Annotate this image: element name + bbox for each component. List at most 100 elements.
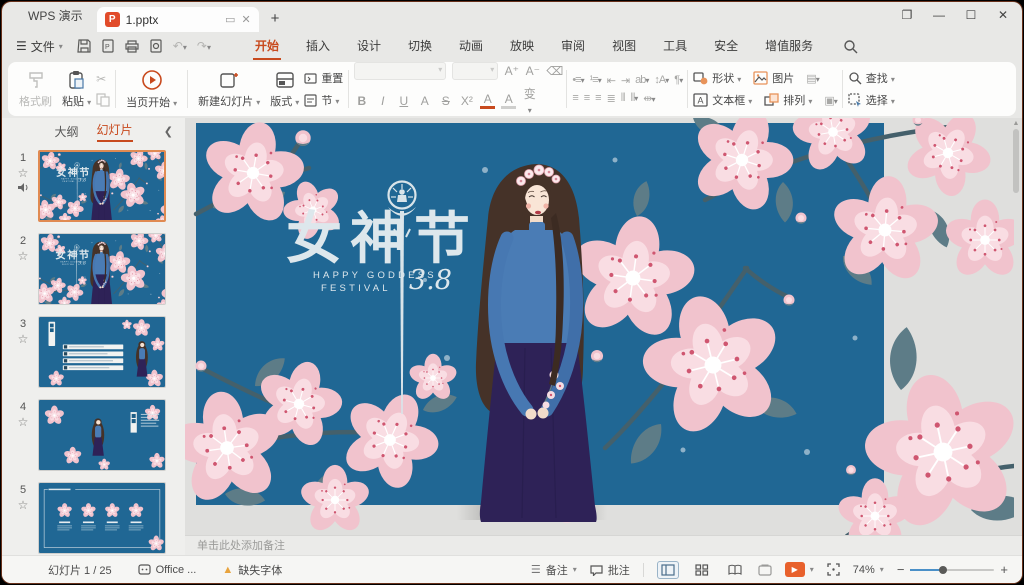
phonetic-button[interactable]: 变▾ bbox=[522, 85, 537, 116]
star-icon[interactable]: ☆ bbox=[18, 498, 29, 512]
star-icon[interactable]: ☆ bbox=[18, 415, 29, 429]
menu-tab-services[interactable]: 增值服务 bbox=[763, 33, 815, 60]
font-size-select[interactable] bbox=[452, 62, 498, 80]
paragraph-icon[interactable]: ¶▾ bbox=[674, 74, 682, 86]
justify-icon[interactable]: ≣ bbox=[607, 92, 615, 105]
slide-thumb-1[interactable]: 1 ☆ bbox=[8, 150, 185, 222]
window-minimize-button[interactable]: — bbox=[930, 8, 948, 22]
slideshow-play-button[interactable]: ▶ bbox=[785, 562, 805, 577]
menu-tab-tools[interactable]: 工具 bbox=[661, 33, 689, 60]
tab-slides[interactable]: 幻灯片 bbox=[97, 121, 133, 142]
tab-close-icon[interactable]: ✕ bbox=[241, 13, 250, 26]
format-painter-button[interactable]: 格式刷 bbox=[14, 68, 57, 111]
bold-button[interactable]: B bbox=[354, 94, 369, 108]
app-name-label[interactable]: WPS 演示 bbox=[20, 4, 91, 27]
align-right-icon[interactable]: ≡ bbox=[595, 92, 600, 104]
indent-increase-icon[interactable]: ⇥ bbox=[621, 74, 629, 87]
underline-button[interactable]: U bbox=[396, 94, 411, 108]
zoom-level-button[interactable]: 74%▾ bbox=[853, 564, 884, 576]
zoom-slider-knob[interactable] bbox=[939, 566, 947, 574]
align-left-icon[interactable]: ≡ bbox=[572, 92, 577, 104]
zoom-in-button[interactable]: + bbox=[1000, 562, 1008, 577]
italic-button[interactable]: I bbox=[375, 94, 390, 108]
align-center-icon[interactable]: ≡ bbox=[584, 92, 589, 104]
layout-button[interactable]: 版式 ▾ bbox=[265, 68, 304, 111]
menu-tab-slideshow[interactable]: 放映 bbox=[508, 33, 536, 60]
current-slide[interactable] bbox=[185, 118, 1014, 538]
file-menu-button[interactable]: ☰ 文件 ▾ bbox=[16, 38, 63, 55]
numbering-icon[interactable]: ¹≡▾ bbox=[590, 74, 601, 86]
reading-view-button[interactable] bbox=[725, 562, 745, 578]
slide-thumb-2[interactable]: 2 ☆ bbox=[8, 233, 185, 305]
copy-icon[interactable] bbox=[96, 93, 110, 107]
menu-tab-view[interactable]: 视图 bbox=[610, 33, 638, 60]
document-tab[interactable]: P 1.pptx ▭ ✕ bbox=[97, 7, 259, 32]
zoom-slider[interactable] bbox=[910, 569, 994, 571]
window-close-button[interactable]: ✕ bbox=[994, 8, 1012, 22]
play-from-current-button[interactable]: 当页开始 ▾ bbox=[121, 67, 182, 112]
redo-icon[interactable]: ↷▾ bbox=[197, 39, 211, 53]
line-height-icon[interactable]: ↕A▾ bbox=[654, 74, 668, 86]
picture-button[interactable]: 图片 bbox=[753, 70, 794, 86]
section-button[interactable]: 节 ▾ bbox=[304, 92, 343, 108]
paste-button[interactable]: 粘贴 ▾ bbox=[57, 68, 96, 111]
new-slide-button[interactable]: 新建幻灯片 ▾ bbox=[193, 68, 265, 111]
vertical-scrollbar[interactable]: ▲ bbox=[1012, 120, 1020, 541]
indent-decrease-icon[interactable]: ⇤ bbox=[607, 74, 615, 87]
superscript-button[interactable]: X² bbox=[459, 94, 474, 108]
reset-button[interactable]: 重置 bbox=[304, 70, 343, 86]
window-maximize-button[interactable]: ☐ bbox=[962, 8, 980, 22]
increase-font-icon[interactable]: A⁺ bbox=[504, 64, 519, 78]
tab-outline[interactable]: 大纲 bbox=[54, 123, 78, 140]
editing-canvas[interactable]: ◀ ▲ bbox=[185, 118, 1022, 555]
tab-float-icon[interactable]: ▭ bbox=[225, 13, 235, 26]
decrease-font-icon[interactable]: A⁻ bbox=[525, 64, 540, 78]
window-layout-icon[interactable]: ❐ bbox=[898, 8, 916, 22]
font-family-select[interactable] bbox=[354, 62, 446, 80]
arrange-button[interactable]: 排列 ▾ bbox=[764, 92, 812, 108]
comments-button[interactable]: 批注 bbox=[590, 562, 630, 578]
strikethrough-button[interactable]: S bbox=[438, 94, 453, 108]
find-button[interactable]: 查找 ▾ bbox=[848, 70, 895, 86]
save-icon[interactable] bbox=[77, 39, 91, 53]
fit-window-icon[interactable] bbox=[827, 563, 840, 576]
slide-thumb-4[interactable]: 4 ☆ bbox=[8, 399, 185, 471]
merge-shapes-icon[interactable]: ▣▾ bbox=[824, 94, 836, 107]
missing-font-warning[interactable]: ▲ 缺失字体 bbox=[222, 562, 282, 578]
cut-icon[interactable]: ✂ bbox=[96, 72, 110, 86]
textbox-button[interactable]: A 文本框 ▾ bbox=[693, 92, 752, 108]
font-color-button[interactable]: A bbox=[480, 92, 495, 109]
menu-tab-home[interactable]: 开始 bbox=[253, 33, 281, 60]
print-preview-icon[interactable] bbox=[149, 39, 163, 53]
text-spacing-icon[interactable]: ⇹▾ bbox=[643, 92, 654, 105]
menu-tab-design[interactable]: 设计 bbox=[355, 33, 383, 60]
menu-tab-review[interactable]: 审阅 bbox=[559, 33, 587, 60]
highlight-button[interactable]: A bbox=[501, 92, 516, 109]
star-icon[interactable]: ☆ bbox=[18, 166, 29, 180]
scroll-up-icon[interactable]: ▲ bbox=[1012, 120, 1020, 127]
distribute-icon[interactable]: ⦀ bbox=[621, 92, 625, 105]
menu-tab-transition[interactable]: 切换 bbox=[406, 33, 434, 60]
slide-thumb-3[interactable]: 3 ☆ bbox=[8, 316, 185, 388]
star-icon[interactable]: ☆ bbox=[18, 249, 29, 263]
slide-thumb-5[interactable]: 5 ☆ bbox=[8, 482, 185, 554]
clear-format-icon[interactable]: ⌫ bbox=[546, 64, 561, 78]
select-button[interactable]: 选择 ▾ bbox=[848, 92, 895, 108]
undo-icon[interactable]: ↶▾ bbox=[173, 39, 187, 53]
columns-icon[interactable]: ⫴▾ bbox=[631, 92, 638, 105]
insert-chart-icon[interactable]: ▤▾ bbox=[806, 72, 818, 85]
office-compat-button[interactable]: Office ... bbox=[138, 563, 197, 576]
text-direction-icon[interactable]: ab▾ bbox=[635, 74, 648, 86]
new-tab-button[interactable]: + bbox=[271, 10, 280, 27]
menu-tab-security[interactable]: 安全 bbox=[712, 33, 740, 60]
notes-placeholder[interactable]: 单击此处添加备注 bbox=[185, 535, 1022, 555]
notes-toggle-button[interactable]: ☰ 备注▾ bbox=[531, 562, 577, 578]
normal-view-button[interactable] bbox=[657, 561, 679, 579]
bullets-icon[interactable]: •≡▾ bbox=[572, 74, 583, 86]
menu-tab-insert[interactable]: 插入 bbox=[304, 33, 332, 60]
shapes-button[interactable]: 形状 ▾ bbox=[693, 70, 741, 86]
zoom-out-button[interactable]: − bbox=[897, 562, 905, 577]
slide-sorter-view-button[interactable] bbox=[692, 562, 712, 578]
star-icon[interactable]: ☆ bbox=[18, 332, 29, 346]
char-border-button[interactable]: A bbox=[417, 94, 432, 108]
